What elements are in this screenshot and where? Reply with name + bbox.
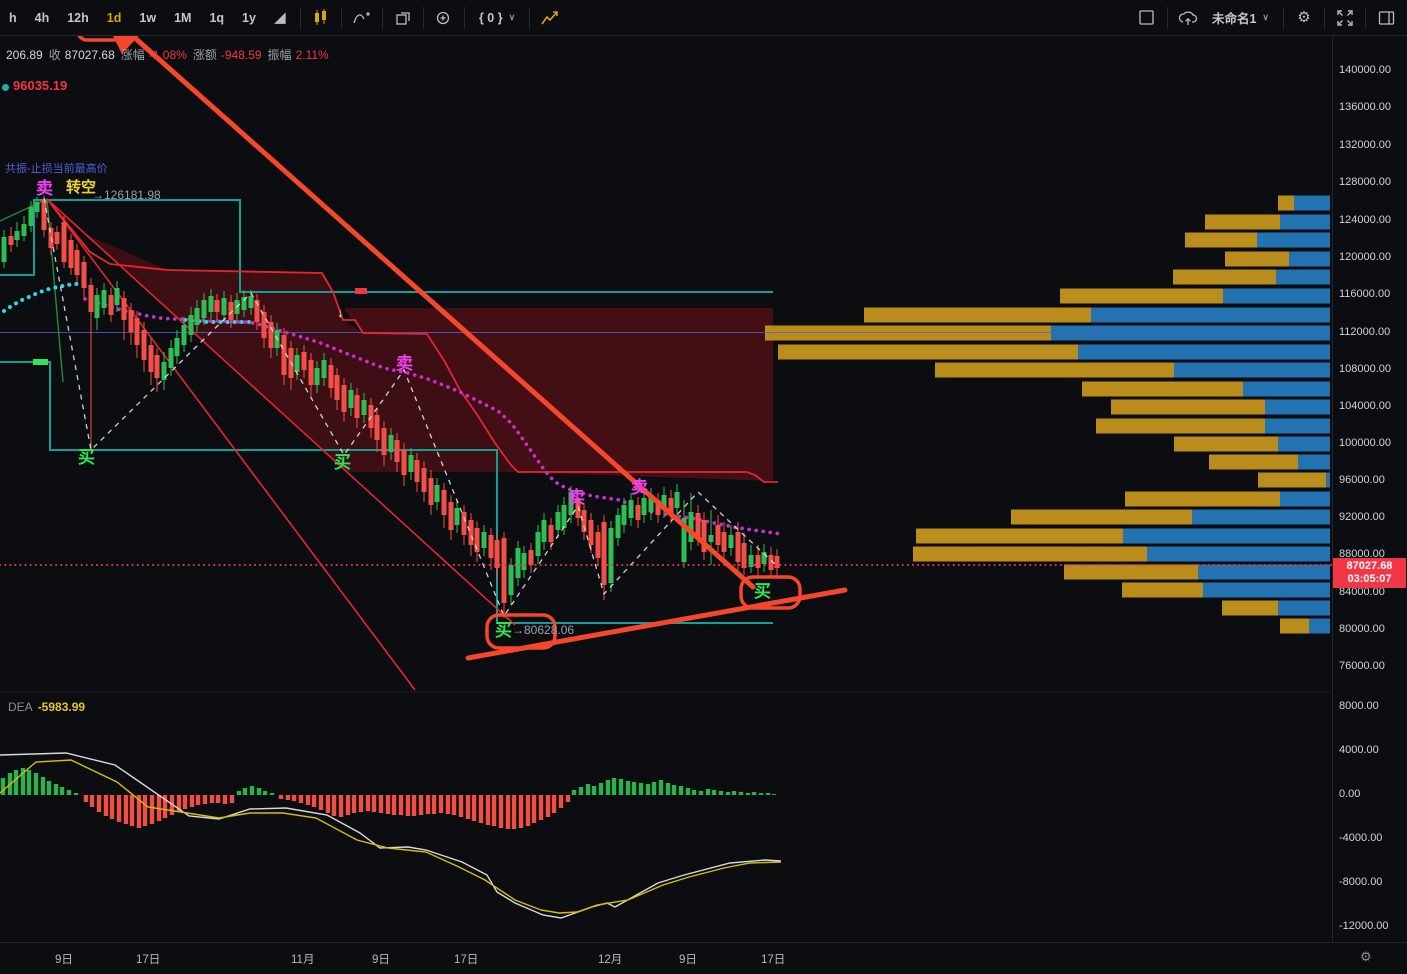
time-axis-label: 9日	[372, 954, 390, 966]
chevron-down-icon: ∨	[1262, 12, 1269, 22]
ohlc-info-bar: 206.89 收 87027.68 涨幅 -1.08% 涨额 -948.59 振幅 2.11%	[2, 46, 335, 63]
price-axis-label: -12000.00	[1339, 920, 1389, 932]
toolbar-separator	[340, 6, 342, 29]
time-axis-label: 9日	[679, 954, 697, 966]
toolbar-right-group: 未命名1 ∨ ⚙	[1132, 3, 1407, 33]
tf-1M[interactable]: 1M	[165, 3, 200, 33]
sell-signal-label: 卖	[36, 179, 53, 198]
info-field: 收 87027.68	[48, 48, 115, 62]
price-axis-label: 140000.00	[1339, 64, 1391, 76]
toolbar-separator	[1324, 6, 1325, 29]
last-price-value: 87027.68	[1346, 560, 1393, 572]
price-axis-label: 108000.00	[1339, 363, 1391, 375]
chevron-down-icon: ∨	[508, 12, 516, 22]
chart-canvas[interactable]	[0, 35, 1332, 942]
price-axis-label: 80000.00	[1339, 623, 1385, 635]
price-axis-label: 96000.00	[1339, 474, 1385, 486]
tf-12h[interactable]: 12h	[58, 3, 98, 33]
toolbar-separator	[1365, 6, 1366, 29]
price-axis-label: 132000.00	[1339, 139, 1391, 151]
toolbar-separator	[463, 6, 465, 29]
fullscreen-icon[interactable]	[1330, 3, 1360, 33]
toolbar-separator	[529, 6, 531, 29]
price-axis-label: 92000.00	[1339, 511, 1385, 523]
macd-legend-value: -5983.99	[37, 700, 86, 714]
macd-legend-label: DEA	[8, 700, 33, 714]
price-axis-label: -4000.00	[1339, 832, 1383, 844]
indicator-value-label: 96035.19	[13, 78, 68, 93]
top-toolbar: h 4h 12h 1d 1w 1M 1q 1y ◢ { 0 } ∨ 未命名1 ∨ ⚙	[0, 0, 1407, 36]
sell-signal-label: 卖	[396, 354, 413, 373]
layout-name-button[interactable]: 未命名1 ∨	[1203, 3, 1278, 33]
price-axis-label: 116000.00	[1339, 288, 1391, 300]
trading-app-window: h 4h 12h 1d 1w 1M 1q 1y ◢ { 0 } ∨ 未命名1 ∨ ⚙ 206.89 收 87…	[0, 0, 1407, 974]
time-axis-label: 17日	[761, 954, 786, 966]
toolbar-left-group: h 4h 12h 1d 1w 1M 1q 1y ◢ { 0 } ∨	[0, 3, 565, 33]
object-tree-button[interactable]: { 0 } ∨	[470, 3, 524, 33]
toolbar-separator	[381, 6, 383, 29]
macd-legend: DEA -5983.99	[8, 700, 85, 714]
draw-indicator-icon[interactable]	[535, 3, 565, 33]
price-axis[interactable]: 140000.00 136000.00 132000.00 128000.00 1240…	[1332, 35, 1407, 942]
time-axis-label: 9日	[55, 954, 73, 966]
axis-settings-gear-icon[interactable]: ⚙	[1360, 949, 1372, 965]
last-price-tag: 87027.68 03:05:07	[1333, 558, 1406, 588]
info-field: 振幅 2.11%	[267, 48, 329, 62]
buy-signal-label: 买	[334, 453, 351, 472]
right-panel-icon[interactable]	[1371, 3, 1401, 33]
price-axis-label: 76000.00	[1339, 660, 1385, 672]
tf-1q[interactable]: 1q	[200, 3, 233, 33]
time-axis-label: 17日	[136, 954, 161, 966]
price-axis-label: 100000.00	[1339, 437, 1391, 449]
price-axis-label: 112000.00	[1339, 326, 1391, 338]
chart-annotation-label: →80628.06	[512, 623, 575, 637]
price-axis-label: 120000.00	[1339, 251, 1391, 263]
buy-signal-label: 买	[754, 582, 771, 601]
alert-add-icon[interactable]	[429, 3, 459, 33]
time-axis-label: 17日	[454, 954, 479, 966]
price-axis-label: -8000.00	[1339, 876, 1383, 888]
tf-1d[interactable]: 1d	[98, 3, 131, 33]
info-field: 涨额 -948.59	[192, 48, 262, 62]
cloud-save-icon[interactable]	[1173, 3, 1203, 33]
chart-annotation-label: →126181.98	[92, 188, 161, 202]
price-axis-label: 104000.00	[1339, 400, 1391, 412]
tf-2h[interactable]: h	[0, 3, 26, 33]
timeframe-expand-triangle-icon[interactable]: ◢	[265, 3, 295, 33]
sell-signal-label: 卖	[568, 488, 585, 507]
time-axis[interactable]: ⚙ 9日 17日 11月 9日 17日 12月 9日 17日	[0, 942, 1407, 974]
price-axis-label: 8000.00	[1339, 700, 1379, 712]
price-axis-label: 128000.00	[1339, 176, 1391, 188]
compare-symbols-icon[interactable]	[388, 3, 418, 33]
info-field: 206.89	[6, 48, 43, 62]
time-axis-label: 12月	[598, 954, 623, 966]
price-axis-label: 4000.00	[1339, 744, 1379, 756]
toolbar-separator	[1166, 6, 1168, 29]
chart-annotation-label: ↓	[337, 305, 344, 320]
candlestick-style-icon[interactable]	[306, 3, 336, 33]
buy-signal-label: 买	[495, 621, 512, 640]
price-axis-label: 136000.00	[1339, 101, 1391, 113]
tf-1y[interactable]: 1y	[233, 3, 265, 33]
tf-4h[interactable]: 4h	[26, 3, 59, 33]
tf-1w[interactable]: 1w	[130, 3, 165, 33]
indicator-curve-add-icon[interactable]	[347, 3, 377, 33]
indicator-dot	[2, 84, 9, 91]
toolbar-separator	[422, 6, 424, 29]
chart-annotation-label: 共振-止损当前最高价	[5, 163, 108, 175]
buy-signal-label: 买	[78, 448, 95, 467]
countdown-timer: 03:05:07	[1347, 573, 1392, 585]
settings-gear-icon[interactable]: ⚙	[1289, 3, 1319, 33]
toolbar-separator	[299, 6, 301, 29]
price-axis-label: 0.00	[1339, 788, 1361, 800]
price-axis-label: 124000.00	[1339, 214, 1391, 226]
time-axis-label: 11月	[291, 954, 315, 966]
toolbar-separator	[1283, 6, 1284, 29]
info-field: 涨幅 -1.08%	[120, 48, 187, 62]
layout-square-icon[interactable]	[1132, 3, 1162, 33]
sell-signal-label: 卖	[631, 478, 648, 497]
